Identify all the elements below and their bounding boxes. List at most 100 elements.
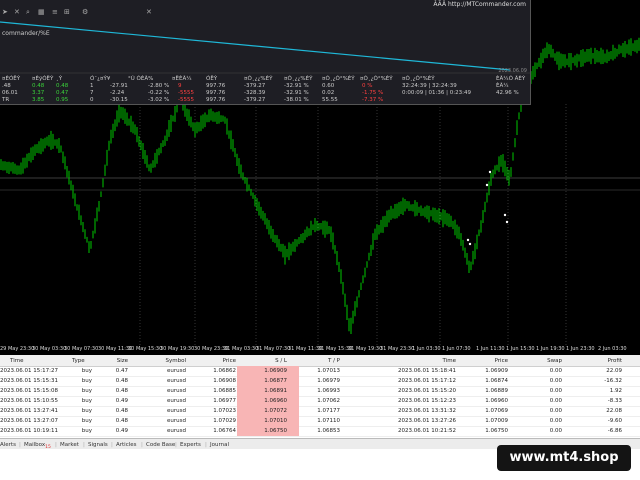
stats-cell: 1 [90, 83, 94, 89]
table-cell: eurusd [167, 388, 186, 394]
stats-header-cell: ¤ÈÓËÝ [2, 76, 21, 82]
table-cell: 1.07072 [264, 408, 287, 414]
tab-divider: | [141, 442, 143, 448]
table-cell: buy [81, 428, 92, 434]
trade-marker [468, 242, 472, 246]
time-tick: 30 May 19:30 [160, 346, 195, 352]
column-header[interactable]: Time [372, 358, 456, 364]
stats-cell: 55.55 [322, 97, 338, 103]
tab-signals[interactable]: Signals [88, 442, 108, 448]
stats-header-cell: Ó¯¿¤Ý¥ [90, 76, 111, 82]
time-tick: 31 May 19:30 [348, 346, 383, 352]
stats-header-cell: ¤Ó¸¿¿%ÈÝ [284, 76, 313, 82]
table-cell: buy [81, 398, 92, 404]
tab-journal[interactable]: Journal [210, 442, 229, 448]
stats-header-cell: ¤Ó¸¿Ó°%ÈÝ [322, 76, 355, 82]
table-cell: 1.06853 [317, 428, 340, 434]
stats-cell: 42.96 % [496, 90, 519, 96]
stats-cell: -32.91 % [284, 90, 309, 96]
time-tick: 1 Jun 23:30 [566, 346, 595, 352]
table-cell: 1.06993 [317, 388, 340, 394]
table-cell: 2023.06.01 13:31:32 [398, 408, 456, 414]
column-header[interactable]: Time [10, 358, 50, 364]
time-tick: 30 May 03:30 [32, 346, 67, 352]
column-header[interactable]: Symbol [140, 358, 187, 364]
time-tick: 1 Jun 19:30 [536, 346, 565, 352]
mtcommander-panel[interactable]: ➤ ✕ ⌕ ▦ ≡ ⊞ ⚙ ✕ commander/%E ÂÃÄ http://… [0, 0, 531, 105]
table-cell: 1.06909 [485, 368, 508, 374]
stats-cell: 0 [90, 97, 94, 103]
tab-experts[interactable]: Experts [180, 442, 201, 448]
tab-articles[interactable]: Articles [116, 442, 137, 448]
table-cell: 0.48 [115, 388, 128, 394]
column-header[interactable]: T / P [290, 358, 340, 364]
stats-cell: 0.60 [322, 83, 335, 89]
tab-divider: | [111, 442, 113, 448]
tab-divider: | [19, 442, 21, 448]
stats-cell: 06.01 [2, 90, 18, 96]
stats-cell: ÈÃ¼ [496, 83, 509, 89]
stats-header-cell: ÓËÝ [206, 76, 218, 82]
table-cell: 2023.06.01 13:27:07 [0, 418, 58, 424]
time-tick: 30 May 07:30 [64, 346, 99, 352]
table-cell: 1.06908 [213, 378, 236, 384]
stats-header-cell: ¤ÈÿÓËÝ [32, 76, 54, 82]
table-cell: 1.07029 [213, 418, 236, 424]
panel-date: 2023.06.09 [498, 68, 527, 74]
stats-header-cell: ÈÃ¼Ó ÃÈÝ [496, 76, 526, 82]
stats-cell: -1.75 % [362, 90, 384, 96]
stats-header-cell: ¤Ó¸¿Ó°%ÈÝ [402, 76, 435, 82]
table-cell: 1.06885 [213, 388, 236, 394]
column-header[interactable]: Price [200, 358, 236, 364]
column-header[interactable]: Swap [520, 358, 562, 364]
time-tick: 1 Jun 11:30 [476, 346, 505, 352]
table-cell: -9.60 [607, 418, 622, 424]
column-header[interactable]: Size [106, 358, 128, 364]
table-cell: 2023.06.01 13:27:41 [0, 408, 58, 414]
column-header[interactable]: Type [72, 358, 92, 364]
stats-header-cell: °Ú ÓÈÃ% [128, 76, 154, 82]
panel-stats-table: ¤ÈÓËÝ ¤ÈÿÓËÝ ¸Ý Ó¯¿¤Ý¥ °Ú ÓÈÃ% ¤ËÈÃ¼ ÓËÝ ¤Ó¸¿¿%… [0, 76, 530, 104]
time-tick: 1 Jun 03:30 [412, 346, 441, 352]
table-cell: 1.06874 [485, 378, 508, 384]
tab-code-base[interactable]: Code Base [146, 442, 175, 448]
table-cell: 1.06750 [264, 428, 287, 434]
stats-cell: -38.01 % [284, 97, 309, 103]
column-header[interactable]: Profit [580, 358, 622, 364]
table-cell: buy [81, 378, 92, 384]
stats-cell: 3.85 [32, 97, 45, 103]
table-cell: 2023.06.01 15:12:23 [398, 398, 456, 404]
time-tick: 1 Jun 07:30 [442, 346, 471, 352]
table-cell: 0.00 [549, 398, 562, 404]
tab-divider: | [175, 442, 177, 448]
table-cell: eurusd [167, 418, 186, 424]
table-cell: 2023.06.01 15:17:27 [0, 368, 58, 374]
stats-header-cell: ¤Ó¸¿¿%ÈÝ [244, 76, 273, 82]
stats-cell: -0.22 % [148, 90, 170, 96]
stats-cell: -32.91 % [284, 83, 309, 89]
table-cell: eurusd [167, 398, 186, 404]
table-cell: 0.48 [115, 378, 128, 384]
table-cell: 0.00 [549, 428, 562, 434]
table-row[interactable]: 2023.06.01 10:19:11 buy 0.49 eurusd 1.06764 1… [0, 426, 640, 437]
column-header[interactable]: Price [468, 358, 508, 364]
table-cell: eurusd [167, 408, 186, 414]
table-cell: 2023.06.01 10:19:11 [0, 428, 58, 434]
stats-cell: -2.24 [110, 90, 125, 96]
table-cell: 0.00 [549, 418, 562, 424]
stats-cell: -27.91 [110, 83, 128, 89]
trade-marker [466, 238, 470, 242]
tab-market[interactable]: Market [60, 442, 79, 448]
table-cell: buy [81, 368, 92, 374]
stats-header-row: ¤ÈÓËÝ ¤ÈÿÓËÝ ¸Ý Ó¯¿¤Ý¥ °Ú ÓÈÃ% ¤ËÈÃ¼ ÓËÝ ¤Ó¸¿¿%… [0, 76, 530, 83]
stats-cell: -5555 [178, 90, 194, 96]
time-tick: 2 Jun 03:30 [598, 346, 627, 352]
tab-divider: | [83, 442, 85, 448]
column-header[interactable]: S / L [237, 358, 287, 364]
tab-alerts[interactable]: Alerts [0, 442, 16, 448]
table-cell: 1.06960 [485, 398, 508, 404]
table-cell: buy [81, 388, 92, 394]
table-cell: buy [81, 408, 92, 414]
table-cell: 1.07062 [317, 398, 340, 404]
table-cell: 1.06977 [213, 398, 236, 404]
